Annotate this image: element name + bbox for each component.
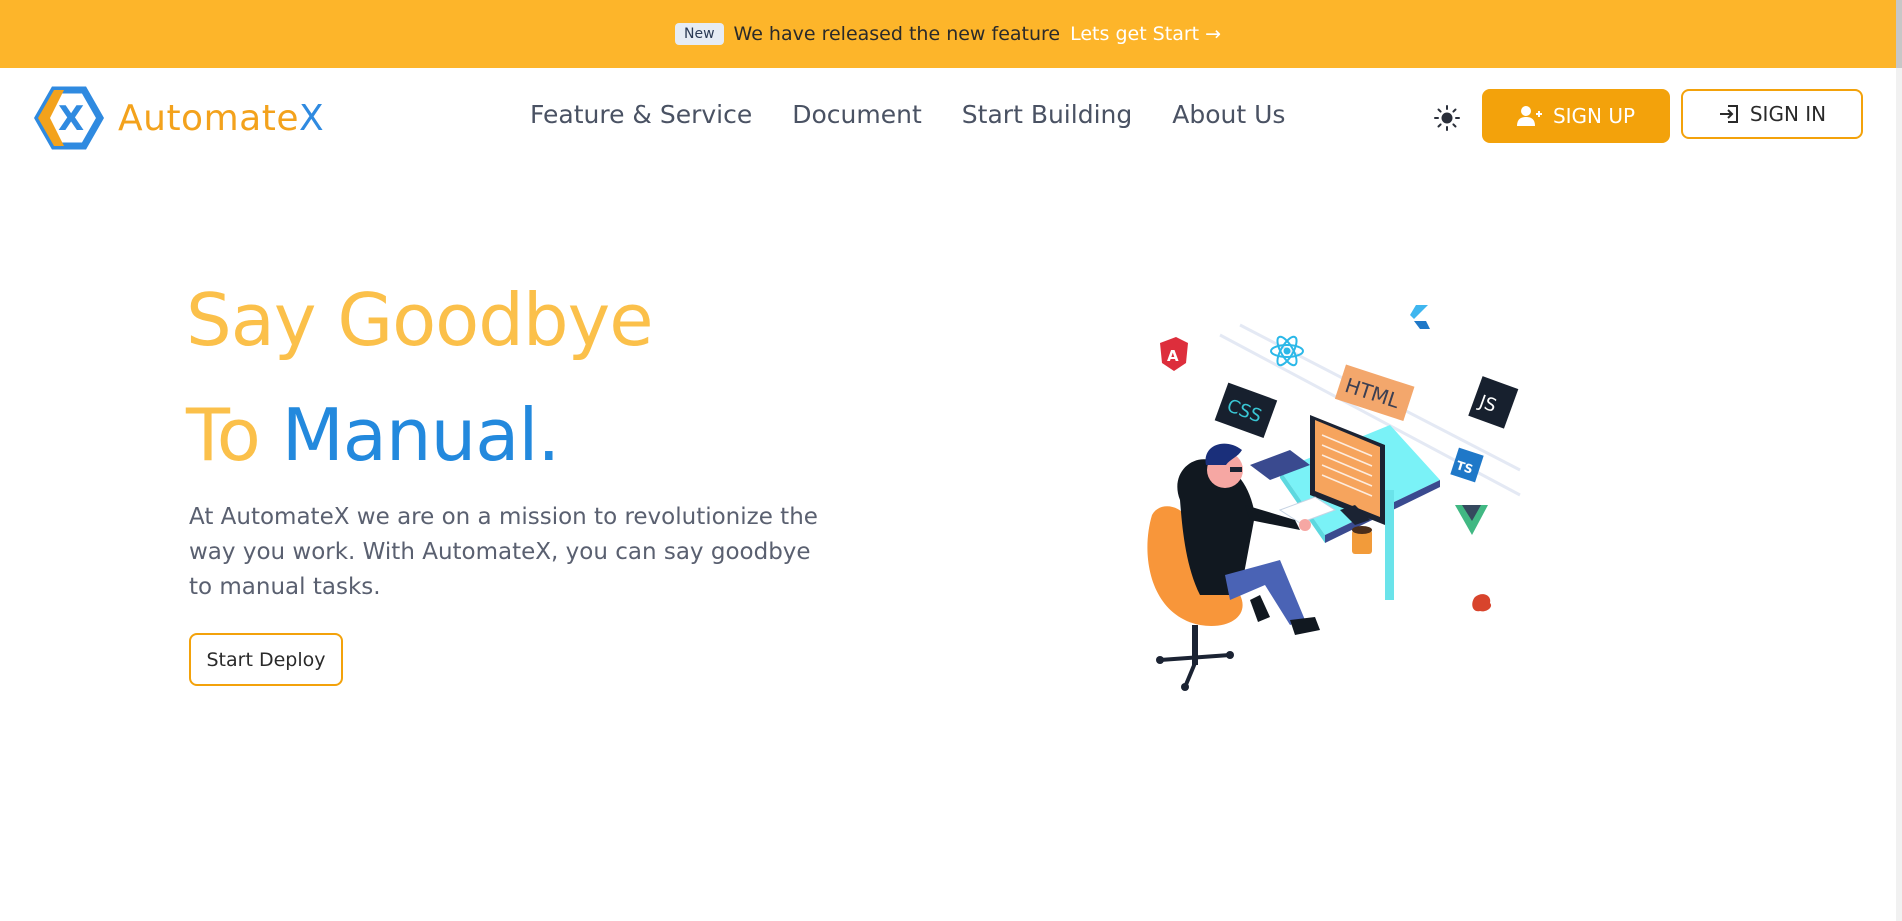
svg-text:A: A (1167, 347, 1179, 365)
sign-up-label: SIGN UP (1552, 104, 1636, 128)
main-nav: Feature & Service Document Start Buildin… (530, 100, 1285, 129)
site-header: X AutomateX Feature & Service Document S… (0, 68, 1896, 168)
logo-text-part2: X (298, 97, 325, 139)
hero-description: At AutomateX we are on a mission to revo… (189, 504, 818, 600)
ts-icon: TS (1450, 447, 1484, 483)
hero-title-prefix: To (186, 393, 261, 477)
sign-in-icon (1719, 105, 1738, 123)
logo-icon: X (34, 86, 104, 150)
angular-icon: A (1160, 337, 1188, 371)
nav-feature-service[interactable]: Feature & Service (530, 100, 752, 129)
html-icon: HTML (1334, 364, 1415, 422)
logo-text-part1: Automate (118, 97, 299, 139)
nav-start-building[interactable]: Start Building (962, 100, 1132, 129)
coffee-cup (1352, 526, 1372, 554)
sign-in-label: SIGN IN (1749, 102, 1827, 126)
sun-icon[interactable] (1433, 104, 1461, 132)
sign-in-button[interactable]: SIGN IN (1681, 89, 1863, 139)
announcement-message: We have released the new feature (733, 23, 1061, 45)
hero-title-line1: Say Goodbye (186, 278, 654, 362)
logo[interactable]: X AutomateX (34, 86, 324, 150)
nav-about-us[interactable]: About Us (1172, 100, 1285, 129)
scrollbar-thumb[interactable] (1896, 0, 1902, 68)
react-icon (1270, 335, 1304, 367)
hero-title-line2: To Manual. (186, 393, 561, 477)
red-logo-icon (1472, 594, 1492, 612)
sign-up-button[interactable]: SIGN UP (1482, 89, 1670, 143)
announcement-cta-label: Lets get Start (1070, 23, 1200, 45)
svg-text:X: X (58, 99, 84, 139)
hero-title-highlight: Manual. (281, 393, 561, 477)
scrollbar[interactable] (1896, 0, 1902, 921)
css-icon: CSS (1214, 382, 1278, 439)
logo-text: AutomateX (118, 98, 324, 139)
arrow-right-icon: → (1205, 23, 1222, 45)
developer-illustration: A CSS HTML JS TS (1147, 305, 1521, 691)
nav-document[interactable]: Document (792, 100, 922, 129)
js-icon: JS (1468, 376, 1519, 429)
user-plus-icon (1516, 106, 1542, 126)
vue-icon (1455, 505, 1488, 535)
new-badge: New (674, 23, 724, 45)
announcement-cta-link[interactable]: Lets get Start → (1070, 23, 1221, 45)
flutter-icon (1410, 305, 1430, 329)
start-deploy-button[interactable]: Start Deploy (189, 633, 343, 686)
announcement-bar: New We have released the new feature Let… (0, 0, 1896, 68)
